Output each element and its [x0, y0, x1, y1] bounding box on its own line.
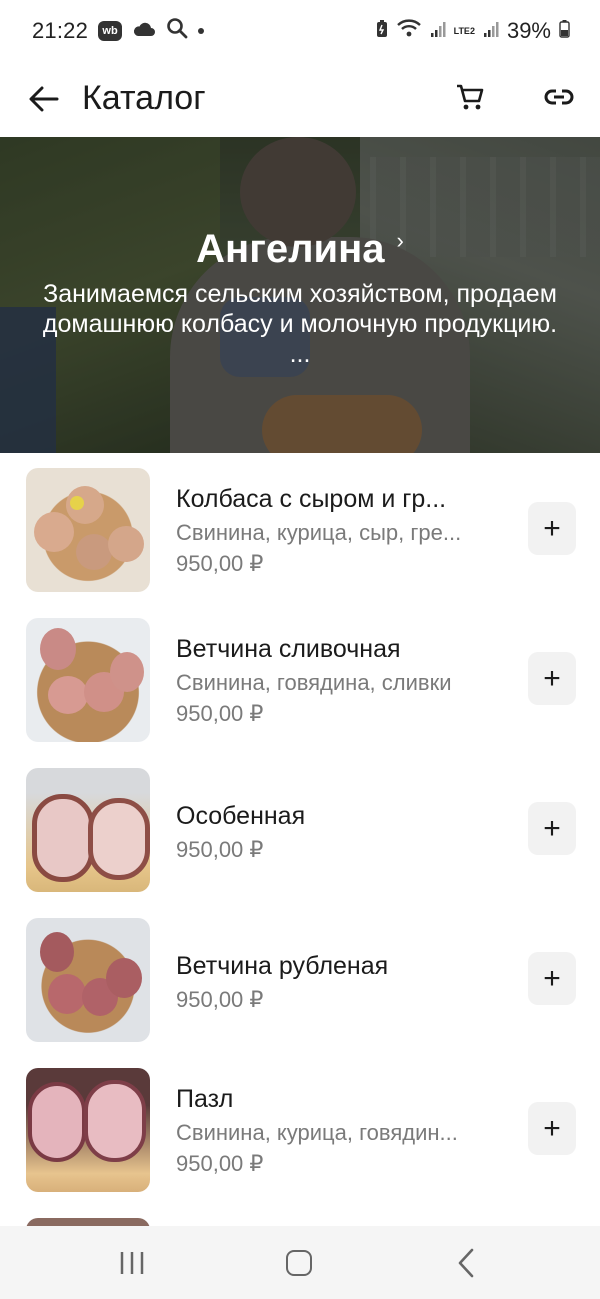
product-thumbnail: [26, 1068, 150, 1192]
page-title: Каталог: [82, 79, 206, 117]
recent-apps-icon: [120, 1252, 144, 1274]
product-list: Колбаса с сыром и гр... Свинина, курица,…: [0, 453, 600, 1299]
wb-app-icon: wb: [98, 21, 123, 41]
battery-percent: 39%: [506, 18, 551, 43]
status-right: LTE2 39%: [376, 18, 570, 44]
add-to-cart-button[interactable]: +: [528, 1102, 576, 1155]
notification-dot-icon: [198, 28, 205, 34]
product-description: Свинина, курица, сыр, гре...: [176, 520, 462, 545]
product-item[interactable]: Колбаса с сыром и гр... Свинина, курица,…: [0, 453, 600, 603]
volte-lte-icon: LTE2: [453, 25, 475, 36]
add-to-cart-button[interactable]: +: [528, 652, 576, 705]
product-name: Особенная: [176, 802, 306, 830]
product-thumbnail: [26, 618, 150, 742]
wifi-icon: [396, 18, 422, 44]
product-name: Ветчина рубленая: [176, 952, 389, 980]
share-link-button[interactable]: [534, 73, 584, 121]
product-thumbnail: [26, 468, 150, 592]
status-bar: 21:22 wb LTE2 39%: [0, 0, 600, 62]
product-item[interactable]: Особенная 950,00 ₽ +: [0, 753, 600, 903]
product-price: 950,00 ₽: [176, 701, 264, 726]
cart-button[interactable]: [446, 73, 494, 121]
status-time: 21:22: [32, 18, 89, 43]
product-name: Колбаса с сыром и гр...: [176, 485, 447, 513]
product-thumbnail: [26, 768, 150, 892]
product-description: Свинина, говядина, сливки: [176, 670, 452, 695]
product-item[interactable]: Ветчина рубленая 950,00 ₽ +: [0, 903, 600, 1053]
chevron-right-icon: ›: [396, 228, 404, 253]
link-icon: [544, 89, 574, 105]
home-button[interactable]: [286, 1250, 312, 1276]
shop-header-banner[interactable]: Ангелина › Занимаемся сельским хозяйство…: [0, 137, 600, 453]
product-item[interactable]: Ветчина сливочная Свинина, говядина, сли…: [0, 603, 600, 753]
product-price: 950,00 ₽: [176, 1151, 264, 1176]
product-thumbnail: [26, 918, 150, 1042]
back-button[interactable]: [20, 75, 68, 123]
product-description: Свинина, курица, говядин...: [176, 1120, 458, 1145]
product-price: 950,00 ₽: [176, 551, 264, 576]
chevron-left-icon: [458, 1248, 474, 1278]
system-back-button[interactable]: [456, 1248, 478, 1278]
battery-icon: [559, 18, 570, 44]
shop-name-row[interactable]: Ангелина ›: [0, 225, 600, 273]
cloud-icon: [132, 18, 156, 44]
recent-apps-button[interactable]: [119, 1251, 145, 1275]
signal-2-icon: [483, 18, 499, 44]
battery-saver-icon: [376, 18, 388, 44]
search-icon: [166, 17, 188, 45]
cart-icon: [457, 84, 484, 110]
add-to-cart-button[interactable]: +: [528, 802, 576, 855]
product-name: Ветчина сливочная: [176, 635, 401, 663]
add-to-cart-button[interactable]: +: [528, 952, 576, 1005]
product-price: 950,00 ₽: [176, 987, 264, 1012]
add-to-cart-button[interactable]: +: [528, 502, 576, 555]
product-item[interactable]: Пазл Свинина, курица, говядин... 950,00 …: [0, 1053, 600, 1203]
app-bar: Каталог: [0, 62, 600, 136]
product-price: 950,00 ₽: [176, 837, 264, 862]
system-navigation-bar: [0, 1226, 600, 1299]
signal-1-icon: [430, 18, 446, 44]
shop-name: Ангелина: [196, 227, 385, 271]
product-name: Пазл: [176, 1085, 234, 1113]
shop-description: Занимаемся сельским хозяйством, продаем …: [42, 280, 558, 368]
status-left: 21:22 wb: [32, 17, 205, 45]
arrow-left-icon: [29, 86, 59, 112]
